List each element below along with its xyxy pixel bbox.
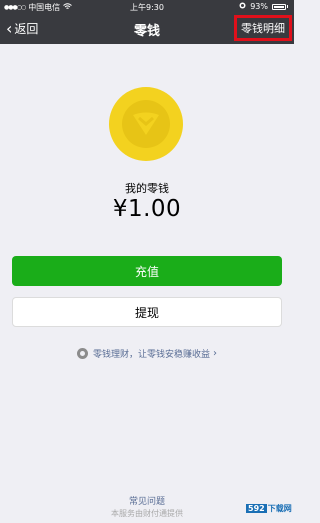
promo-text: 零钱理财，让零钱安稳赚收益 [92, 350, 210, 360]
watermark-badge: 592 [246, 503, 267, 513]
navigation-bar: ‹ 返回 零钱 零钱明细 [0, 14, 294, 44]
wealth-management-link[interactable]: 零钱理财，让零钱安稳赚收益 › [0, 347, 294, 360]
coin-icon [109, 87, 183, 161]
balance-amount: ¥1.00 [112, 196, 182, 222]
alarm-icon [239, 2, 246, 11]
topup-button[interactable]: 充值 [12, 256, 282, 286]
battery-cap [287, 5, 288, 8]
balance-label: 我的零钱 [125, 182, 169, 195]
chevron-right-icon: › [213, 348, 217, 359]
coin-inner [122, 100, 170, 148]
withdraw-button[interactable]: 提现 [12, 297, 282, 327]
withdraw-label: 提现 [134, 305, 159, 320]
battery-percent: 93% [250, 2, 268, 11]
change-details-label: 零钱明细 [241, 22, 285, 35]
status-bar: ●●●○○ 中国电信 上午9:30 93% [0, 0, 294, 14]
wallet-logo-icon [133, 112, 159, 135]
topup-label: 充值 [134, 264, 159, 279]
wealth-icon [76, 348, 88, 359]
watermark-logo: 592 下载网 [246, 501, 292, 515]
battery-icon [272, 3, 286, 10]
status-right: 93% [239, 2, 288, 11]
watermark-text: 下载网 [267, 503, 292, 513]
change-details-button[interactable]: 零钱明细 [234, 15, 292, 41]
